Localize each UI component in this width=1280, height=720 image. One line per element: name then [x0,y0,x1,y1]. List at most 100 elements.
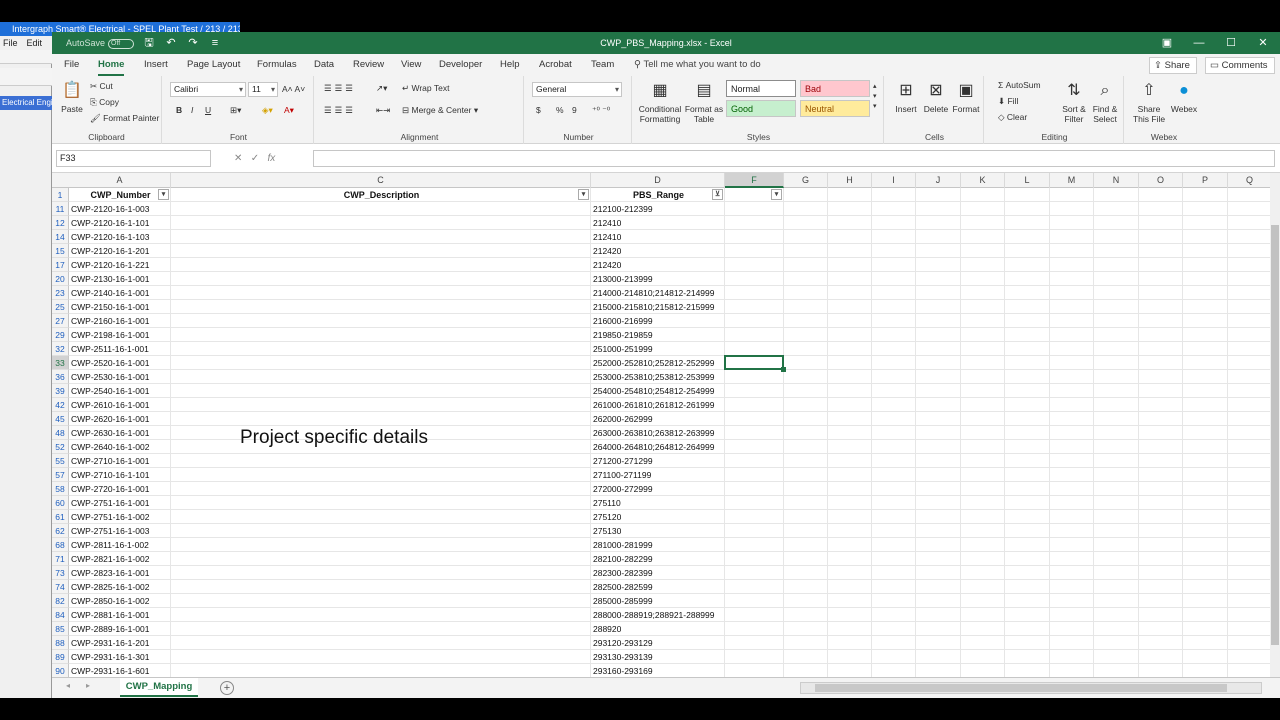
pbs-range-cell[interactable]: 282300-282399 [591,566,725,580]
cell[interactable] [1139,510,1183,524]
cell[interactable] [1139,356,1183,370]
cell[interactable] [872,342,916,356]
cell[interactable] [916,594,961,608]
cell[interactable] [784,230,828,244]
cell[interactable] [961,538,1005,552]
cwp-description-cell[interactable] [171,230,591,244]
find-select-button[interactable]: ⌕ Find & Select [1090,80,1120,124]
cell[interactable] [784,188,828,202]
cwp-number-cell[interactable]: CWP-2751-16-1-003 [69,524,171,538]
cell[interactable] [1094,510,1139,524]
cell[interactable] [961,356,1005,370]
cwp-number-cell[interactable]: CWP-2640-16-1-002 [69,440,171,454]
cell[interactable] [916,552,961,566]
cell[interactable] [1094,454,1139,468]
save-icon[interactable]: 🖫 [142,36,156,50]
cell[interactable] [961,664,1005,677]
cell[interactable] [725,328,784,342]
cell[interactable] [1005,552,1050,566]
filter-dropdown-icon[interactable]: ▾ [158,189,169,200]
cwp-description-cell[interactable] [171,664,591,677]
cell[interactable] [1050,636,1094,650]
horizontal-scroll-thumb[interactable] [815,684,1227,692]
column-header-p[interactable]: P [1183,173,1228,188]
pbs-range-cell[interactable]: 216000-216999 [591,314,725,328]
cell[interactable] [1050,454,1094,468]
cell[interactable] [828,482,872,496]
cell[interactable] [784,356,828,370]
cell[interactable] [1183,552,1228,566]
cell[interactable] [1094,370,1139,384]
cell[interactable] [725,664,784,677]
cell[interactable] [784,552,828,566]
cell[interactable] [784,636,828,650]
cell[interactable] [1005,524,1050,538]
cell[interactable] [961,566,1005,580]
cell[interactable] [1183,650,1228,664]
cell[interactable] [872,286,916,300]
cell[interactable] [1094,482,1139,496]
font-grow-shrink-icon[interactable]: A˄ A˅ [282,83,305,95]
pbs-range-cell[interactable]: 212100-212399 [591,202,725,216]
cell[interactable] [725,510,784,524]
tab-formulas[interactable]: Formulas [257,54,297,76]
cell[interactable] [872,594,916,608]
column-header-j[interactable]: J [916,173,961,188]
cell[interactable] [1183,496,1228,510]
cell[interactable] [828,398,872,412]
cell[interactable] [1094,230,1139,244]
cell[interactable] [725,272,784,286]
cell[interactable] [828,454,872,468]
bold-button[interactable]: B [176,104,182,116]
cell[interactable] [1005,650,1050,664]
row-header[interactable]: 84 [52,608,69,622]
cell[interactable] [784,412,828,426]
tab-help[interactable]: Help [500,54,520,76]
cell[interactable] [1094,580,1139,594]
italic-button[interactable]: I [191,104,193,116]
column-header-m[interactable]: M [1050,173,1094,188]
style-good[interactable]: Good [726,100,796,117]
cell[interactable] [872,272,916,286]
cell[interactable] [872,216,916,230]
name-box[interactable]: F33 [56,150,211,167]
pbs-range-cell[interactable]: 213000-213999 [591,272,725,286]
percent-button[interactable]: % [556,104,564,116]
cwp-number-cell[interactable]: CWP-2630-16-1-001 [69,426,171,440]
cwp-number-cell[interactable]: CWP-2751-16-1-001 [69,496,171,510]
cell[interactable] [1228,216,1270,230]
cell[interactable] [916,454,961,468]
cell[interactable] [1139,342,1183,356]
cell[interactable] [872,230,916,244]
cwp-number-cell[interactable]: CWP-2620-16-1-001 [69,412,171,426]
cell[interactable] [1228,300,1270,314]
cell[interactable] [1139,482,1183,496]
cell[interactable] [784,342,828,356]
cell[interactable] [1094,552,1139,566]
cell[interactable] [961,230,1005,244]
cell[interactable] [961,328,1005,342]
cell[interactable] [1228,202,1270,216]
cell[interactable] [1050,230,1094,244]
cell[interactable] [1050,664,1094,677]
cell[interactable] [916,496,961,510]
cell[interactable] [961,594,1005,608]
cell[interactable] [1005,594,1050,608]
cwp-description-cell[interactable] [171,636,591,650]
cell[interactable] [1005,188,1050,202]
cell[interactable] [916,272,961,286]
cell[interactable] [1228,356,1270,370]
cell[interactable] [784,370,828,384]
style-neutral[interactable]: Neutral [800,100,870,117]
cell[interactable] [828,664,872,677]
cwp-description-cell[interactable] [171,510,591,524]
cell[interactable] [784,328,828,342]
column-header-k[interactable]: K [961,173,1005,188]
cell[interactable] [1005,202,1050,216]
cell[interactable] [1183,412,1228,426]
cell[interactable] [784,496,828,510]
cell[interactable] [828,370,872,384]
pbs-range-cell[interactable]: 281000-281999 [591,538,725,552]
cwp-number-cell[interactable]: CWP-2720-16-1-001 [69,482,171,496]
pbs-range-cell[interactable]: 293120-293129 [591,636,725,650]
